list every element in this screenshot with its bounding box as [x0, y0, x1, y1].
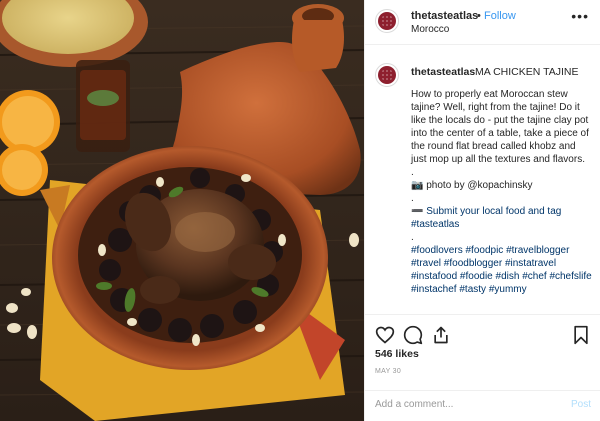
follow-button[interactable]: Follow	[484, 10, 516, 22]
comment-input[interactable]	[375, 399, 545, 410]
post-sidebar: thetasteatlas • Follow Morocco ••• theta…	[364, 0, 600, 421]
caption-separator: .	[411, 167, 414, 178]
bookmark-icon[interactable]	[571, 325, 591, 345]
caption-title: MA CHICKEN TAJINE	[475, 66, 579, 78]
avatar[interactable]	[375, 63, 399, 87]
post-button[interactable]: Post	[571, 399, 591, 410]
post-date: MAY 30	[375, 368, 402, 375]
caption-hashtags[interactable]: #foodlovers #foodpic #travelblogger #tra…	[411, 244, 593, 296]
post-photo[interactable]	[0, 0, 364, 421]
caption-area: thetasteatlas MA CHICKEN TAJINE How to p…	[365, 46, 600, 314]
comment-icon[interactable]	[403, 325, 423, 345]
caption-submit-note: ➖ Submit your local food and tag #tastea…	[411, 206, 562, 230]
caption-text: How to properly eat Moroccan stew tajine…	[411, 89, 589, 165]
share-icon[interactable]	[431, 325, 451, 345]
location-link[interactable]: Morocco	[411, 24, 449, 35]
avatar[interactable]	[375, 9, 399, 33]
caption-username[interactable]: thetasteatlas	[411, 66, 475, 78]
post-header: thetasteatlas • Follow Morocco •••	[365, 0, 600, 45]
more-dots-icon[interactable]: •••	[571, 8, 589, 24]
caption-body: How to properly eat Moroccan stew tajine…	[411, 88, 593, 296]
caption-separator: .	[411, 232, 414, 243]
likes-count[interactable]: 546 likes	[375, 348, 419, 360]
separator-dot: •	[477, 10, 481, 22]
heart-icon[interactable]	[375, 325, 395, 345]
chicken-tajine-photo	[0, 0, 364, 421]
caption-photo-credit: 📷 photo by @kopachinsky	[411, 180, 533, 191]
username-link[interactable]: thetasteatlas	[411, 10, 478, 22]
comment-bar: Post	[365, 390, 600, 421]
caption-separator: .	[411, 193, 414, 204]
